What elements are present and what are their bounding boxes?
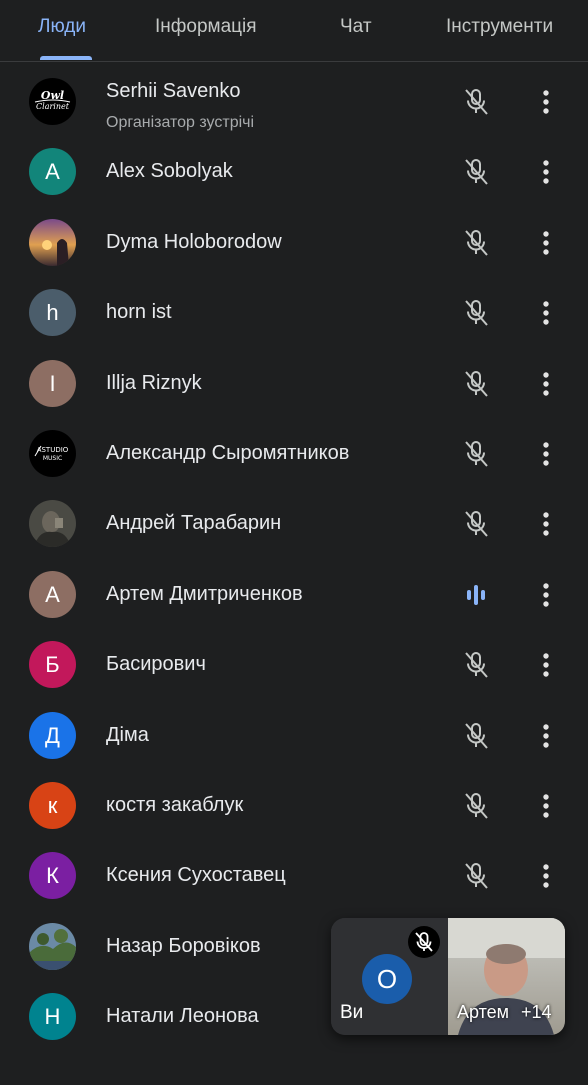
avatar: A: [29, 148, 76, 196]
mic-off-icon[interactable]: [460, 720, 492, 752]
svg-text:Clarinet: Clarinet: [36, 102, 70, 111]
participant-name: Serhii Savenko: [106, 80, 241, 102]
mic-off-icon[interactable]: [460, 227, 492, 259]
mic-off-icon[interactable]: [460, 438, 492, 470]
participant-name: Illja Riznyk: [106, 371, 202, 394]
avatar: К: [29, 852, 76, 900]
participant-row[interactable]: Андрей Тарабарин: [0, 488, 588, 558]
more-options-icon[interactable]: [532, 438, 560, 470]
participant-name: Басирович: [106, 653, 206, 676]
speaking-icon[interactable]: [460, 579, 492, 611]
avatar: h: [29, 289, 76, 337]
active-tab-indicator: [40, 56, 92, 60]
participant-name: Андрей Тарабарин: [106, 512, 282, 535]
participant-row[interactable]: Owl Clarinet Serhii Savenko Організатор зус…: [0, 66, 588, 136]
mic-off-icon[interactable]: [460, 790, 492, 822]
participant-row[interactable]: ASTUDIO MUSIC Александр Сыромятников: [0, 418, 588, 488]
mic-off-icon[interactable]: [460, 297, 492, 329]
more-options-icon[interactable]: [532, 720, 560, 752]
mic-off-icon[interactable]: [460, 860, 492, 892]
avatar: [29, 218, 76, 266]
participant-name: костя закаблук: [106, 794, 244, 816]
avatar: Owl Clarinet: [29, 78, 76, 125]
more-options-icon[interactable]: [532, 790, 560, 822]
more-options-icon[interactable]: [532, 508, 560, 540]
picture-in-picture[interactable]: O Ви Артем +14: [331, 918, 565, 1035]
participant-row[interactable]: Д Діма: [0, 700, 588, 770]
tab-info[interactable]: Інформація: [155, 16, 257, 38]
participant-name: Натали Леонова: [106, 1005, 259, 1028]
more-options-icon[interactable]: [532, 860, 560, 892]
tab-chat[interactable]: Чат: [340, 16, 372, 38]
participant-name: Александр Сыромятников: [106, 442, 350, 464]
more-options-icon[interactable]: [532, 368, 560, 400]
more-options-icon[interactable]: [532, 649, 560, 681]
avatar: [29, 922, 76, 970]
mic-off-icon[interactable]: [460, 649, 492, 681]
more-options-icon[interactable]: [532, 579, 560, 611]
participant-name: Dyma Holoborodow: [106, 230, 282, 253]
more-options-icon[interactable]: [532, 297, 560, 329]
participant-row[interactable]: h horn ist: [0, 277, 588, 347]
participant-row[interactable]: A Артем Дмитриченков: [0, 559, 588, 629]
mic-off-icon: [408, 926, 440, 958]
more-options-icon[interactable]: [532, 156, 560, 188]
participant-row[interactable]: Б Басирович: [0, 629, 588, 699]
self-tile[interactable]: O Ви: [331, 918, 448, 1035]
participant-name: Артем Дмитриченков: [106, 582, 303, 605]
svg-text:MUSIC: MUSIC: [43, 455, 62, 462]
more-options-icon[interactable]: [532, 227, 560, 259]
participant-name: Діма: [106, 723, 149, 746]
participant-row[interactable]: A Alex Sobolyak: [0, 136, 588, 206]
tab-bar: Люди Інформація Чат Інструменти: [0, 0, 588, 62]
speaker-label: Артем: [457, 1002, 510, 1022]
avatar: Н: [29, 993, 76, 1041]
avatar: [29, 500, 76, 548]
mic-off-icon[interactable]: [460, 156, 492, 188]
avatar: ASTUDIO MUSIC: [29, 430, 76, 477]
participant-role: Організатор зустрічі: [106, 114, 255, 131]
self-label: Ви: [340, 1002, 364, 1023]
participant-row[interactable]: I Illja Riznyk: [0, 348, 588, 418]
avatar: A: [29, 570, 76, 618]
avatar: к: [29, 782, 76, 829]
more-options-icon[interactable]: [532, 86, 560, 118]
avatar: Б: [29, 641, 76, 689]
svg-text:ASTUDIO: ASTUDIO: [37, 446, 69, 454]
participant-name: Ксения Сухоставец: [106, 864, 286, 887]
avatar: I: [29, 359, 76, 407]
mic-off-icon[interactable]: [460, 368, 492, 400]
tab-tools[interactable]: Інструменти: [446, 16, 553, 38]
participant-name: Alex Sobolyak: [106, 160, 233, 183]
participant-row[interactable]: К Ксения Сухоставец: [0, 840, 588, 910]
tab-people[interactable]: Люди: [38, 16, 86, 38]
mic-off-icon[interactable]: [460, 86, 492, 118]
avatar: Д: [29, 711, 76, 759]
participant-name: horn ist: [106, 301, 172, 324]
participant-row[interactable]: к костя закаблук: [0, 770, 588, 840]
avatar: O: [362, 954, 412, 1004]
participant-row[interactable]: Dyma Holoborodow: [0, 207, 588, 277]
participant-name: Назар Боровіков: [106, 934, 261, 957]
mic-off-icon[interactable]: [460, 508, 492, 540]
more-participants-count: +14: [521, 1002, 552, 1022]
